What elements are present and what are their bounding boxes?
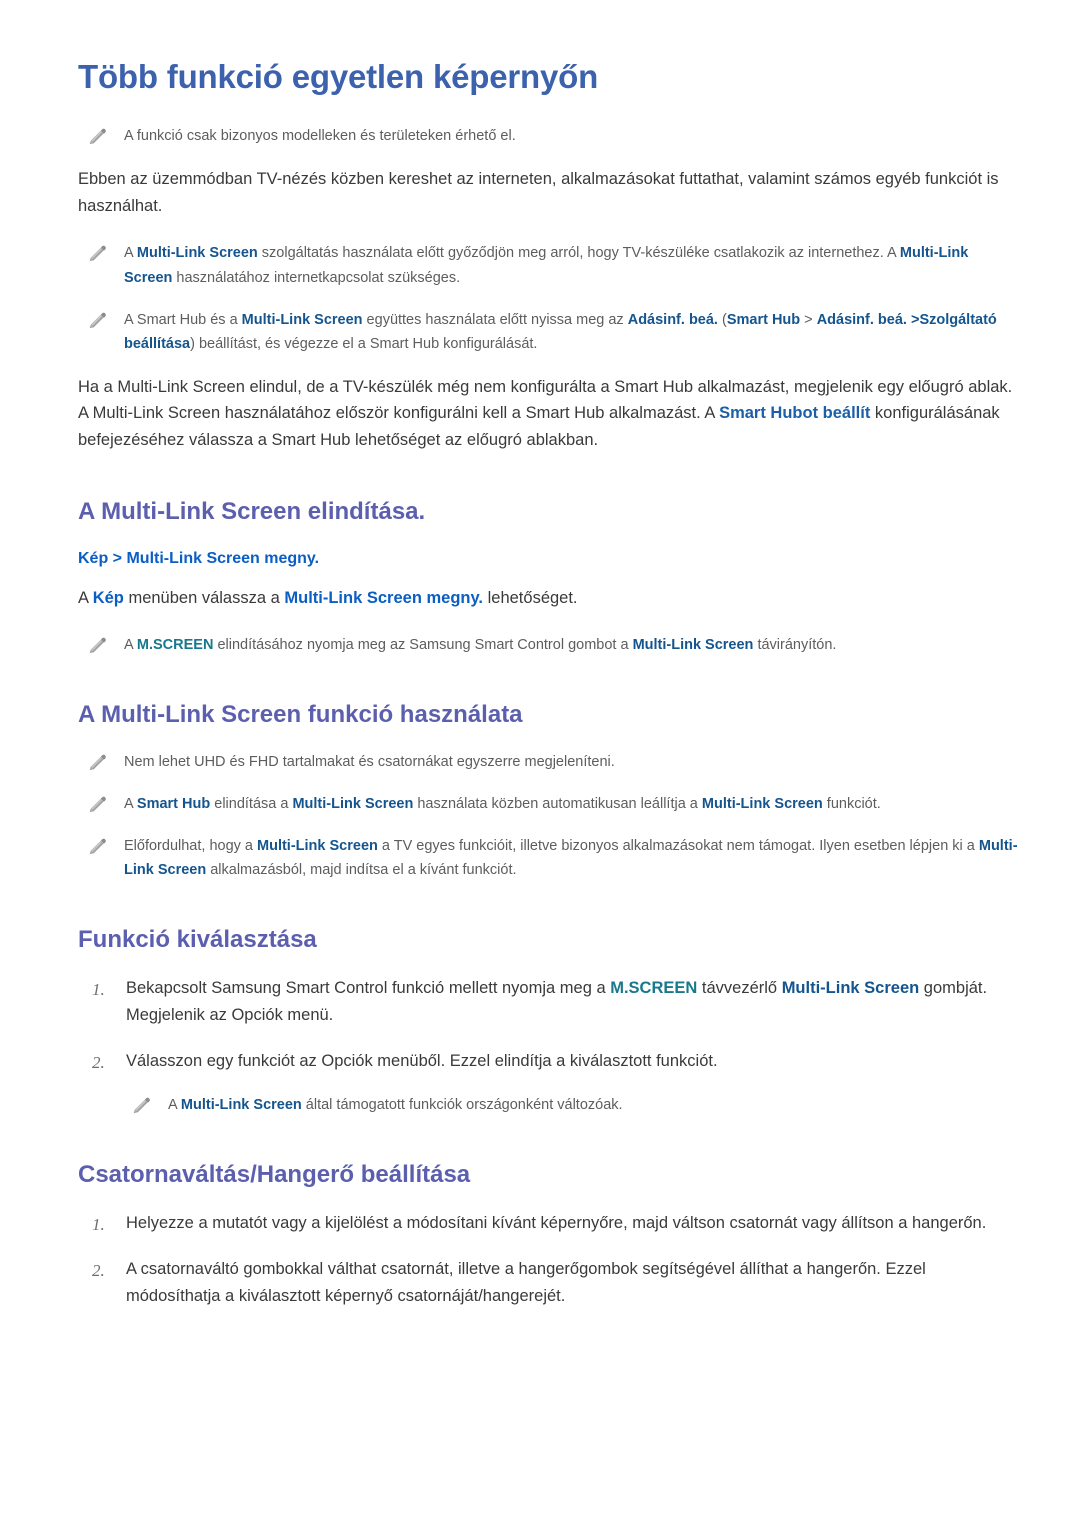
term-kep: Kép — [92, 588, 124, 607]
step-fragment: Bekapcsolt Samsung Smart Control funkció… — [126, 979, 611, 998]
pencil-icon — [89, 797, 106, 813]
document-content: Több funkció egyetlen képernyőn A funkci… — [0, 0, 1080, 1309]
note-item: Nem lehet UHD és FHD tartalmakat és csat… — [78, 750, 1020, 774]
term-multi-link-screen: Multi-Link Screen — [632, 637, 754, 654]
pencil-icon — [89, 755, 106, 771]
channel-steps-list: 1. Helyezze a mutatót vagy a kijelölést a… — [78, 1210, 1020, 1309]
note-text: A Smart Hub és a Multi-Link Screen együt… — [124, 308, 1020, 356]
term-multi-link-screen: Multi-Link Screen — [781, 979, 920, 998]
term-smart-hub: Smart Hub — [136, 796, 211, 813]
note-item: A Smart Hub elindítása a Multi-Link Scre… — [78, 792, 1020, 816]
term-multi-link-screen: Multi-Link Screen — [292, 796, 414, 813]
note-fragment: funkciót. — [822, 796, 881, 813]
note-text: A Multi-Link Screen által támogatott fun… — [168, 1093, 1020, 1117]
pencil-icon — [89, 128, 106, 145]
note-fragment: szolgáltatás használata előtt győződjön … — [257, 245, 900, 262]
para-fragment: A — [78, 588, 93, 607]
note-text: Nem lehet UHD és FHD tartalmakat és csat… — [124, 754, 615, 771]
step-fragment: távvezérlő — [697, 979, 782, 998]
pencil-icon — [89, 312, 106, 328]
function-steps-list: 1. Bekapcsolt Samsung Smart Control funkc… — [78, 975, 1020, 1074]
step-number: 2. — [92, 1052, 105, 1072]
note-item: A Multi-Link Screen által támogatott fun… — [78, 1093, 1020, 1117]
note-fragment: A Smart Hub és a — [124, 311, 242, 328]
note-fragment: A — [124, 796, 137, 813]
pencil-icon — [133, 1098, 150, 1114]
note-fragment: használatához internetkapcsolat szüksége… — [172, 269, 461, 286]
list-item: 1. Bekapcsolt Samsung Smart Control funkc… — [78, 975, 1020, 1028]
note-fragment: elindításához nyomja meg az Samsung Smar… — [213, 637, 633, 654]
note-item: A Smart Hub és a Multi-Link Screen együt… — [78, 308, 1020, 356]
note-fragment: ) beállítást, és végezze el a Smart Hub … — [190, 335, 538, 352]
start-instruction: A Kép menüben válassza a Multi-Link Scre… — [78, 585, 1020, 612]
term-multi-link-screen-megny: Multi-Link Screen megny. — [284, 588, 484, 607]
section-heading-channel: Csatornaváltás/Hangerő beállítása — [78, 1161, 471, 1189]
para-fragment: menüben válassza a — [123, 588, 285, 607]
note-text: A Smart Hub elindítása a Multi-Link Scre… — [124, 792, 1020, 816]
note-text: Előfordulhat, hogy a Multi-Link Screen a… — [124, 834, 1020, 882]
note-item: A Multi-Link Screen szolgáltatás használ… — [78, 241, 1020, 289]
page-title: Több funkció egyetlen képernyőn — [78, 58, 599, 95]
term-multi-link-screen: Multi-Link Screen — [257, 838, 378, 855]
list-item: 1. Helyezze a mutatót vagy a kijelölést a… — [78, 1210, 1020, 1237]
step-number: 1. — [92, 1215, 105, 1235]
step-number: 1. — [92, 980, 105, 1000]
step-fragment: Válasszon egy funkciót az Opciók menüből… — [126, 1051, 718, 1070]
step-fragment: A csatornaváltó gombokkal válthat csator… — [126, 1260, 926, 1305]
intro-paragraph-1: Ebben az üzemmódban TV-nézés közben kere… — [78, 170, 999, 215]
term-adasinf-bea: Adásinf. beá. > — [816, 311, 920, 328]
section-heading-start: A Multi-Link Screen elindítása. — [78, 497, 426, 525]
term-multi-link-screen: Multi-Link Screen — [136, 245, 258, 262]
intro-paragraph-2: Ha a Multi-Link Screen elindul, de a TV-… — [78, 374, 1020, 454]
note-fragment: távirányítón. — [753, 637, 837, 654]
term-multi-link-screen: Multi-Link Screen — [241, 311, 363, 328]
note-fragment: használata közben automatikusan leállítj… — [413, 796, 702, 813]
note-fragment: > — [800, 311, 817, 328]
pencil-icon — [89, 839, 106, 855]
note-fragment: ( — [717, 311, 727, 328]
note-fragment: A — [124, 637, 137, 654]
note-item: Előfordulhat, hogy a Multi-Link Screen a… — [78, 834, 1020, 882]
note-fragment: alkalmazásból, majd indítsa el a kívánt … — [206, 862, 517, 879]
note-text: A M.SCREEN elindításához nyomja meg az S… — [124, 633, 1020, 657]
section-heading-function: Funkció kiválasztása — [78, 926, 317, 954]
note-fragment: a TV egyes funkcióit, illetve bizonyos a… — [377, 838, 979, 855]
step-number: 2. — [92, 1261, 105, 1280]
para-fragment: lehetőséget. — [483, 588, 578, 607]
note-text: A Multi-Link Screen szolgáltatás használ… — [124, 241, 1020, 289]
pencil-icon — [89, 638, 106, 654]
list-item: 2. Válasszon egy funkciót az Opciók menüb… — [78, 1048, 1020, 1075]
note-fragment: Előfordulhat, hogy a — [124, 838, 258, 855]
note-fragment: elindítása a — [210, 796, 293, 813]
note-fragment: együttes használata előtt nyissa meg az — [362, 311, 628, 328]
pencil-icon — [89, 246, 106, 262]
note-fragment: A — [168, 1097, 181, 1114]
note-text: A funkció csak bizonyos modelleken és te… — [124, 127, 516, 144]
document-page: Több funkció egyetlen képernyőn A funkci… — [0, 0, 1080, 1527]
note-item: A M.SCREEN elindításához nyomja meg az S… — [78, 633, 1020, 657]
menu-path-breadcrumb: Kép > Multi-Link Screen megny. — [78, 549, 320, 567]
term-smart-hubot-beallit: Smart Hubot beállít — [719, 404, 871, 423]
section-heading-usage: A Multi-Link Screen funkció használata — [78, 701, 523, 729]
term-mscreen: M.SCREEN — [610, 979, 698, 998]
term-adasinf-bea: Adásinf. beá. — [627, 311, 718, 328]
term-multi-link-screen: Multi-Link Screen — [180, 1097, 302, 1114]
term-mscreen: M.SCREEN — [136, 637, 214, 654]
note-fragment: által támogatott funkciók országonként v… — [301, 1097, 623, 1114]
term-multi-link-screen: Multi-Link Screen — [701, 796, 823, 813]
list-item: 2. A csatornaváltó gombokkal válthat csat… — [78, 1256, 1020, 1309]
term-smart-hub: Smart Hub — [726, 311, 801, 328]
note-fragment: A — [124, 245, 137, 262]
note-item: A funkció csak bizonyos modelleken és te… — [78, 124, 1020, 148]
step-fragment: Helyezze a mutatót vagy a kijelölést a m… — [126, 1214, 987, 1233]
